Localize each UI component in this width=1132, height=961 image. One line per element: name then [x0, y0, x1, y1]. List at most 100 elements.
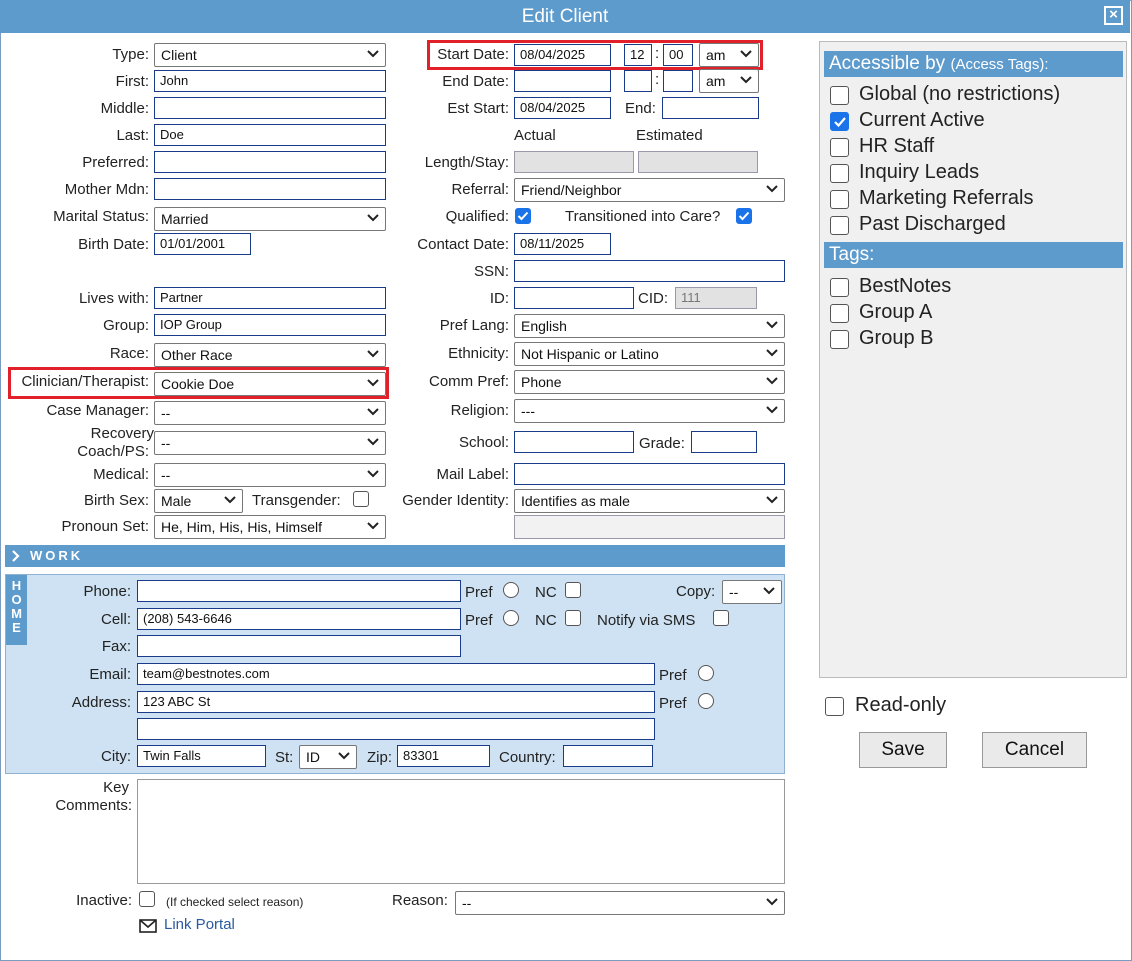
end-date-label: End Date: — [442, 73, 509, 90]
preferred-label: Preferred: — [82, 154, 149, 171]
school-input[interactable] — [514, 431, 634, 453]
pref-lang-select[interactable]: English — [514, 314, 785, 338]
checkmark-icon — [834, 117, 846, 128]
chevron-down-icon — [740, 76, 752, 84]
type-select[interactable]: Client — [154, 43, 386, 67]
transgender-label: Transgender: — [252, 492, 341, 509]
cell-nc-checkbox[interactable] — [565, 610, 581, 626]
case-manager-label: Case Manager: — [46, 402, 149, 419]
notify-sms-checkbox[interactable] — [713, 610, 729, 626]
start-ampm-select[interactable]: am — [699, 43, 759, 67]
clinician-value: Cookie Doe — [161, 376, 235, 392]
chevron-down-icon — [338, 752, 350, 760]
contact-date-input[interactable]: 08/11/2025 — [514, 233, 611, 255]
access-tag-checkbox[interactable] — [830, 164, 849, 183]
email-pref-radio[interactable] — [698, 665, 714, 681]
chevron-down-icon — [766, 377, 778, 385]
zip-input[interactable]: 83301 — [397, 745, 490, 767]
clinician-select[interactable]: Cookie Doe — [154, 372, 386, 396]
phone-pref-radio[interactable] — [503, 582, 519, 598]
last-label: Last: — [116, 127, 149, 144]
ssn-input[interactable] — [514, 260, 785, 282]
address-pref-radio[interactable] — [698, 693, 714, 709]
case-manager-select[interactable]: -- — [154, 401, 386, 425]
marital-status-select[interactable]: Married — [154, 207, 386, 231]
link-portal-link[interactable]: Link Portal — [164, 916, 235, 933]
copy-select[interactable]: -- — [722, 580, 782, 604]
preferred-name-input[interactable] — [154, 151, 386, 173]
est-end-input[interactable] — [662, 97, 759, 119]
cid-label: CID: — [638, 290, 668, 307]
start-hour-input[interactable]: 12 — [624, 44, 652, 66]
access-tag-checkbox[interactable] — [830, 86, 849, 105]
id-input[interactable] — [514, 287, 634, 309]
comm-pref-select[interactable]: Phone — [514, 370, 785, 394]
transitioned-checkbox[interactable] — [736, 208, 752, 224]
access-tag-checkbox[interactable] — [830, 190, 849, 209]
key-comments-textarea[interactable] — [137, 779, 785, 884]
tag-checkbox[interactable] — [830, 304, 849, 323]
middle-name-input[interactable] — [154, 97, 386, 119]
end-minute-input[interactable] — [663, 70, 693, 92]
race-select[interactable]: Other Race — [154, 343, 386, 367]
city-input[interactable]: Twin Falls — [137, 745, 266, 767]
state-select[interactable]: ID — [299, 745, 357, 769]
gender-identity-select[interactable]: Identifies as male — [514, 489, 785, 513]
recovery-coach-select[interactable]: -- — [154, 431, 386, 455]
access-tag-checkbox[interactable] — [830, 216, 849, 235]
chevron-down-icon — [766, 349, 778, 357]
birth-date-input[interactable]: 01/01/2001 — [154, 233, 251, 255]
mother-maiden-input[interactable] — [154, 178, 386, 200]
start-minute-input[interactable]: 00 — [663, 44, 693, 66]
birth-sex-value: Male — [161, 493, 192, 509]
id-label: ID: — [489, 290, 509, 307]
medical-label: Medical: — [93, 466, 149, 483]
tag-checkbox[interactable] — [830, 330, 849, 349]
first-name-input[interactable]: John — [154, 70, 386, 92]
phone-nc-checkbox[interactable] — [565, 582, 581, 598]
phone-input[interactable] — [137, 580, 461, 602]
dialog-titlebar: Edit Client × — [0, 0, 1130, 33]
fax-input[interactable] — [137, 635, 461, 657]
grade-input[interactable] — [691, 431, 757, 453]
est-start-input[interactable]: 08/04/2025 — [514, 97, 611, 119]
length-stay-actual — [514, 151, 634, 173]
end-date-input[interactable] — [514, 70, 611, 92]
mail-label-input[interactable] — [514, 463, 785, 485]
group-input[interactable]: IOP Group — [154, 314, 386, 336]
birth-sex-select[interactable]: Male — [154, 489, 243, 513]
transgender-checkbox[interactable] — [353, 491, 369, 507]
read-only-checkbox[interactable] — [825, 697, 844, 716]
referral-select[interactable]: Friend/Neighbor — [514, 178, 785, 202]
chevron-down-icon — [766, 406, 778, 414]
pronoun-set-select[interactable]: He, Him, His, His, Himself — [154, 515, 386, 539]
close-icon[interactable]: × — [1104, 6, 1123, 25]
access-tag-checkbox[interactable] — [830, 138, 849, 157]
email-input[interactable]: team@bestnotes.com — [137, 663, 655, 685]
inactive-checkbox[interactable] — [139, 891, 155, 907]
cell-pref-label: Pref — [465, 612, 493, 629]
ethnicity-select[interactable]: Not Hispanic or Latino — [514, 342, 785, 366]
reason-select[interactable]: -- — [455, 891, 785, 915]
start-date-input[interactable]: 08/04/2025 — [514, 44, 611, 66]
lives-with-input[interactable]: Partner — [154, 287, 386, 309]
save-button[interactable]: Save — [859, 732, 947, 768]
access-tag-checkbox[interactable] — [830, 112, 849, 131]
cancel-button[interactable]: Cancel — [982, 732, 1087, 768]
end-hour-input[interactable] — [624, 70, 652, 92]
home-tab[interactable]: HOME — [6, 575, 27, 645]
tag-checkbox[interactable] — [830, 278, 849, 297]
country-input[interactable] — [563, 745, 653, 767]
end-ampm-select[interactable]: am — [699, 69, 759, 93]
time-colon: : — [655, 71, 660, 88]
medical-select[interactable]: -- — [154, 463, 386, 487]
pref-lang-label: Pref Lang: — [439, 317, 509, 334]
address-line2-input[interactable] — [137, 718, 655, 740]
work-section-toggle[interactable]: WORK — [5, 545, 785, 567]
qualified-checkbox[interactable] — [515, 208, 531, 224]
address-line1-input[interactable]: 123 ABC St — [137, 691, 655, 713]
cell-input[interactable]: (208) 543-6646 — [137, 608, 461, 630]
last-name-input[interactable]: Doe — [154, 124, 386, 146]
religion-select[interactable]: --- — [514, 399, 785, 423]
cell-pref-radio[interactable] — [503, 610, 519, 626]
